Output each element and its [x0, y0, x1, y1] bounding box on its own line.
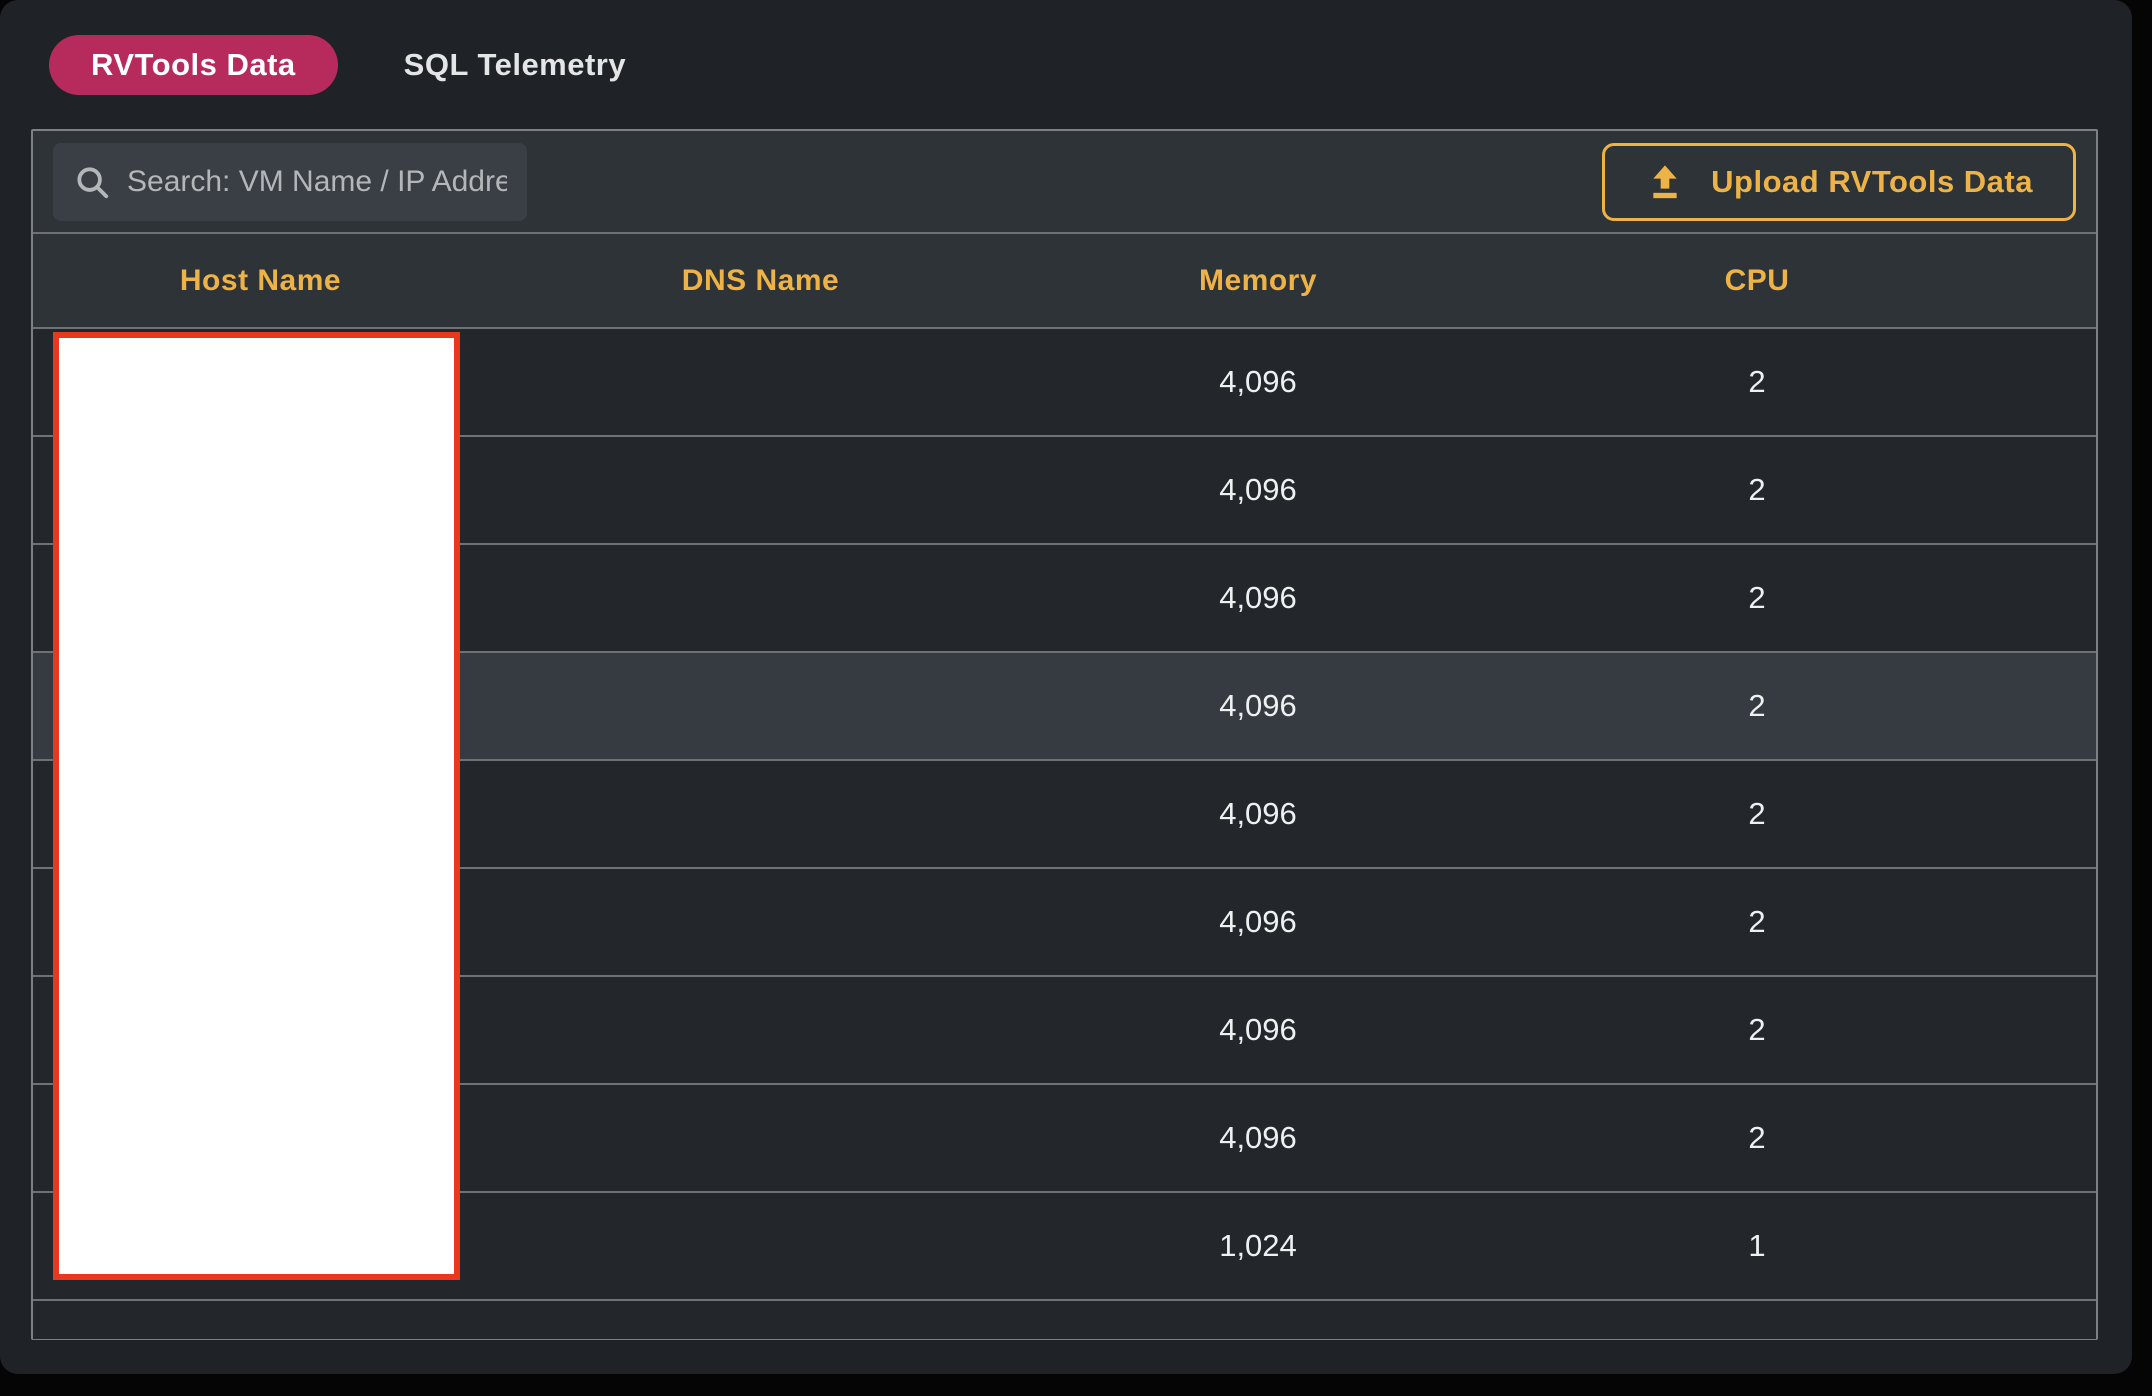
tabs-bar: RVTools Data SQL Telemetry [0, 0, 2132, 129]
cell-cpu: 2 [1483, 580, 2031, 616]
cell-memory: 4,096 [1033, 580, 1483, 616]
cell-memory: 4,096 [1033, 688, 1483, 724]
cell-cpu: 2 [1483, 1120, 2031, 1156]
search-input[interactable] [127, 165, 507, 199]
redaction-overlay [53, 332, 460, 1280]
cell-memory: 4,096 [1033, 1120, 1483, 1156]
upload-button-label: Upload RVTools Data [1711, 164, 2033, 200]
cell-memory: 4,096 [1033, 472, 1483, 508]
column-header-cpu[interactable]: CPU [1483, 264, 2031, 298]
cell-memory: 4,096 [1033, 1012, 1483, 1048]
cell-cpu: 2 [1483, 796, 2031, 832]
cell-cpu: 2 [1483, 904, 2031, 940]
cell-memory: 1,024 [1033, 1228, 1483, 1264]
cell-memory: 4,096 [1033, 904, 1483, 940]
table-toolbar: Upload RVTools Data [33, 131, 2096, 232]
column-header-memory[interactable]: Memory [1033, 264, 1483, 298]
table-footer-spacer [33, 1299, 2096, 1339]
cell-memory: 4,096 [1033, 796, 1483, 832]
upload-rvtools-button[interactable]: Upload RVTools Data [1602, 143, 2076, 221]
search-icon [73, 163, 111, 201]
column-header-host-name[interactable]: Host Name [33, 264, 488, 298]
column-header-dns-name[interactable]: DNS Name [488, 264, 1033, 298]
tab-rvtools-data[interactable]: RVTools Data [49, 35, 338, 95]
cell-cpu: 1 [1483, 1228, 2031, 1264]
cell-cpu: 2 [1483, 364, 2031, 400]
table-header-row: Host Name DNS Name Memory CPU [33, 232, 2096, 327]
cell-cpu: 2 [1483, 1012, 2031, 1048]
app-window: RVTools Data SQL Telemetry Upload RVTool… [0, 0, 2132, 1374]
cell-cpu: 2 [1483, 472, 2031, 508]
search-input-wrapper[interactable] [53, 143, 527, 221]
tab-sql-telemetry[interactable]: SQL Telemetry [404, 47, 626, 83]
cell-cpu: 2 [1483, 688, 2031, 724]
upload-icon [1645, 162, 1685, 202]
cell-memory: 4,096 [1033, 364, 1483, 400]
